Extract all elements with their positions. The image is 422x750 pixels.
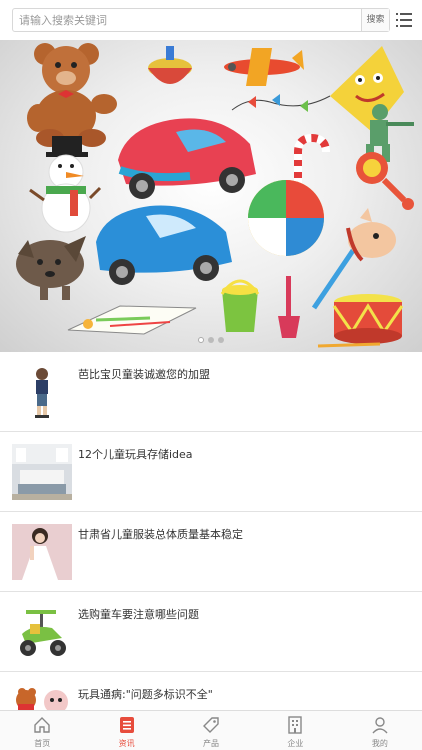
child-photo xyxy=(12,364,72,420)
banner-carousel[interactable] xyxy=(0,40,422,352)
beach-ball-icon xyxy=(248,180,324,256)
news-title: 芭比宝贝童装诚邀您的加盟 xyxy=(78,368,210,381)
news-title: 选购童车要注意哪些问题 xyxy=(78,608,199,621)
tag-icon xyxy=(203,717,219,733)
search-input[interactable] xyxy=(13,9,361,31)
tab-label: 产品 xyxy=(203,739,220,748)
list-item[interactable]: 12个儿童玩具存储idea xyxy=(0,432,422,512)
red-toy-car-icon xyxy=(118,118,256,199)
user-icon xyxy=(372,717,388,734)
search-button[interactable]: 搜索 xyxy=(361,9,389,31)
search-header: 搜索 xyxy=(0,0,422,40)
list-item[interactable]: 芭比宝贝童装诚邀您的加盟 xyxy=(0,352,422,432)
tab-company[interactable]: 企业 xyxy=(253,711,337,750)
toys-illustration xyxy=(16,43,414,348)
tab-label: 资讯 xyxy=(118,739,135,748)
list-menu-icon[interactable] xyxy=(396,12,412,28)
carousel-dot[interactable] xyxy=(218,337,224,343)
spinning-top-icon xyxy=(148,46,192,84)
carousel-indicator xyxy=(198,337,224,343)
list-item[interactable]: 甘肃省儿童服装总体质量基本稳定 xyxy=(0,512,422,592)
blue-toy-car-icon xyxy=(96,205,232,285)
toy-drum-icon xyxy=(317,294,404,348)
carousel-dot[interactable] xyxy=(198,337,204,343)
list-item[interactable]: 选购童车要注意哪些问题 xyxy=(0,592,422,672)
tab-mine[interactable]: 我的 xyxy=(338,711,422,750)
tab-products[interactable]: 产品 xyxy=(169,711,253,750)
snowman-icon xyxy=(29,136,102,233)
toy-dog-icon xyxy=(16,236,86,300)
toy-plane-icon xyxy=(224,48,304,86)
baby-rattle-icon xyxy=(356,152,414,210)
tab-label: 首页 xyxy=(34,739,51,748)
teddy-bear-icon xyxy=(27,43,117,147)
room-photo xyxy=(12,444,72,500)
building-icon xyxy=(288,716,303,734)
coloring-book-icon xyxy=(67,305,197,335)
news-title: 玩具通病:"问题多标识不全" xyxy=(78,688,213,701)
home-icon xyxy=(34,717,50,733)
tab-news[interactable]: 资讯 xyxy=(84,711,168,750)
news-title: 12个儿童玩具存储idea xyxy=(78,448,193,461)
kids-motorbike-photo xyxy=(12,604,72,660)
sand-bucket-icon xyxy=(220,276,300,338)
carousel-dot[interactable] xyxy=(208,337,214,343)
news-icon xyxy=(119,717,134,733)
bottom-tab-bar: 首页 资讯 产品 企业 我的 xyxy=(0,710,422,750)
news-title: 甘肃省儿童服装总体质量基本稳定 xyxy=(78,528,243,541)
hobby-horse-icon xyxy=(311,208,396,310)
tab-label: 我的 xyxy=(371,739,388,748)
tab-label: 企业 xyxy=(287,739,304,748)
tab-home[interactable]: 首页 xyxy=(0,711,84,750)
girl-dress-photo xyxy=(12,524,72,580)
search-box: 搜索 xyxy=(12,8,390,32)
news-list: 芭比宝贝童装诚邀您的加盟 12个儿童玩具存储idea 甘肃省儿童服装总体质量基本… xyxy=(0,352,422,750)
